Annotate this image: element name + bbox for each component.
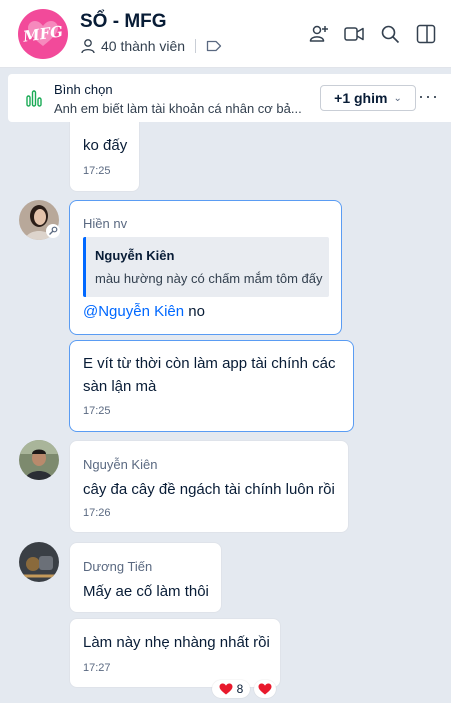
message-text-line-2: sàn lận mà [83,378,157,395]
message-text: Làm này nhẹ nhàng nhất rồi [83,634,270,651]
react-button[interactable] [254,680,276,698]
user-avatar[interactable] [19,542,59,582]
message-text-rest: no [184,303,205,320]
key-badge-icon [46,224,60,238]
quoted-message[interactable]: Nguyễn Kiên màu hường này có chấm mắm tô… [83,237,329,297]
heart-icon [258,683,272,695]
message-time: 17:27 [83,662,111,674]
heart-reaction-icon [219,683,233,695]
chevron-down-icon: ⌄ [393,92,402,104]
mention-link[interactable]: @Nguyễn Kiên [83,303,184,320]
chat-header: MFG SỔ - MFG 40 thành viên [0,0,451,68]
message-bubble[interactable]: E vít từ thời còn làm app tài chính các … [69,340,354,432]
person-icon [81,39,95,54]
group-name[interactable]: SỔ - MFG [80,11,167,33]
message-text: Mấy ae cố làm thôi [83,583,209,600]
message-time: 17:25 [83,405,111,417]
more-pins-button[interactable]: +1 ghim ⌄ [320,85,416,111]
reaction-summary[interactable]: 8 [212,680,250,698]
add-member-icon[interactable] [307,22,331,46]
message-text: cây đa cây đề ngách tài chính luôn rồi [83,481,335,498]
message-text-line-1: E vít từ thời còn làm app tài chính các [83,355,336,372]
poll-chart-icon [26,90,42,107]
message-text: ko đấy [83,137,128,154]
quoted-text: màu hường này có chấm mắm tôm đấy [95,271,323,286]
message-time: 17:25 [83,165,111,177]
reply-message-bubble[interactable]: Hiền nv Nguyễn Kiên màu hường này có chấ… [69,200,342,335]
tag-icon[interactable] [206,39,222,53]
group-avatar[interactable]: MFG [18,9,68,59]
sender-name: Hiền nv [83,216,128,231]
more-options-button[interactable]: ··· [418,86,439,107]
more-pins-label: +1 ghim [334,90,388,106]
quoted-sender: Nguyễn Kiên [95,248,175,263]
pinned-bar[interactable]: Bình chọn Anh em biết làm tài khoản cá n… [8,74,451,122]
message-time: 17:26 [83,507,111,519]
user-avatar[interactable] [19,440,59,480]
member-count: 40 thành viên [101,38,186,54]
message-text: @Nguyễn Kiên no [83,301,205,323]
sender-name: Dương Tiến [83,559,153,574]
search-icon[interactable] [378,22,402,46]
reaction-count: 8 [236,682,244,696]
message-bubble[interactable]: Dương Tiến Mấy ae cố làm thôi [69,542,222,613]
side-panel-icon[interactable] [414,22,438,46]
message-bubble[interactable]: Làm này nhẹ nhàng nhất rồi 17:27 [69,618,281,688]
video-call-icon[interactable] [342,22,366,46]
member-info[interactable]: 40 thành viên [80,38,227,54]
pinned-subtitle: Anh em biết làm tài khoản cá nhân cơ bả.… [54,101,302,116]
message-bubble[interactable]: ko đấy 17:25 [69,122,140,192]
message-bubble[interactable]: Nguyễn Kiên cây đa cây đề ngách tài chín… [69,440,349,533]
divider [195,39,197,53]
sender-name: Nguyễn Kiên [83,457,158,472]
pinned-title: Bình chọn [54,82,113,97]
